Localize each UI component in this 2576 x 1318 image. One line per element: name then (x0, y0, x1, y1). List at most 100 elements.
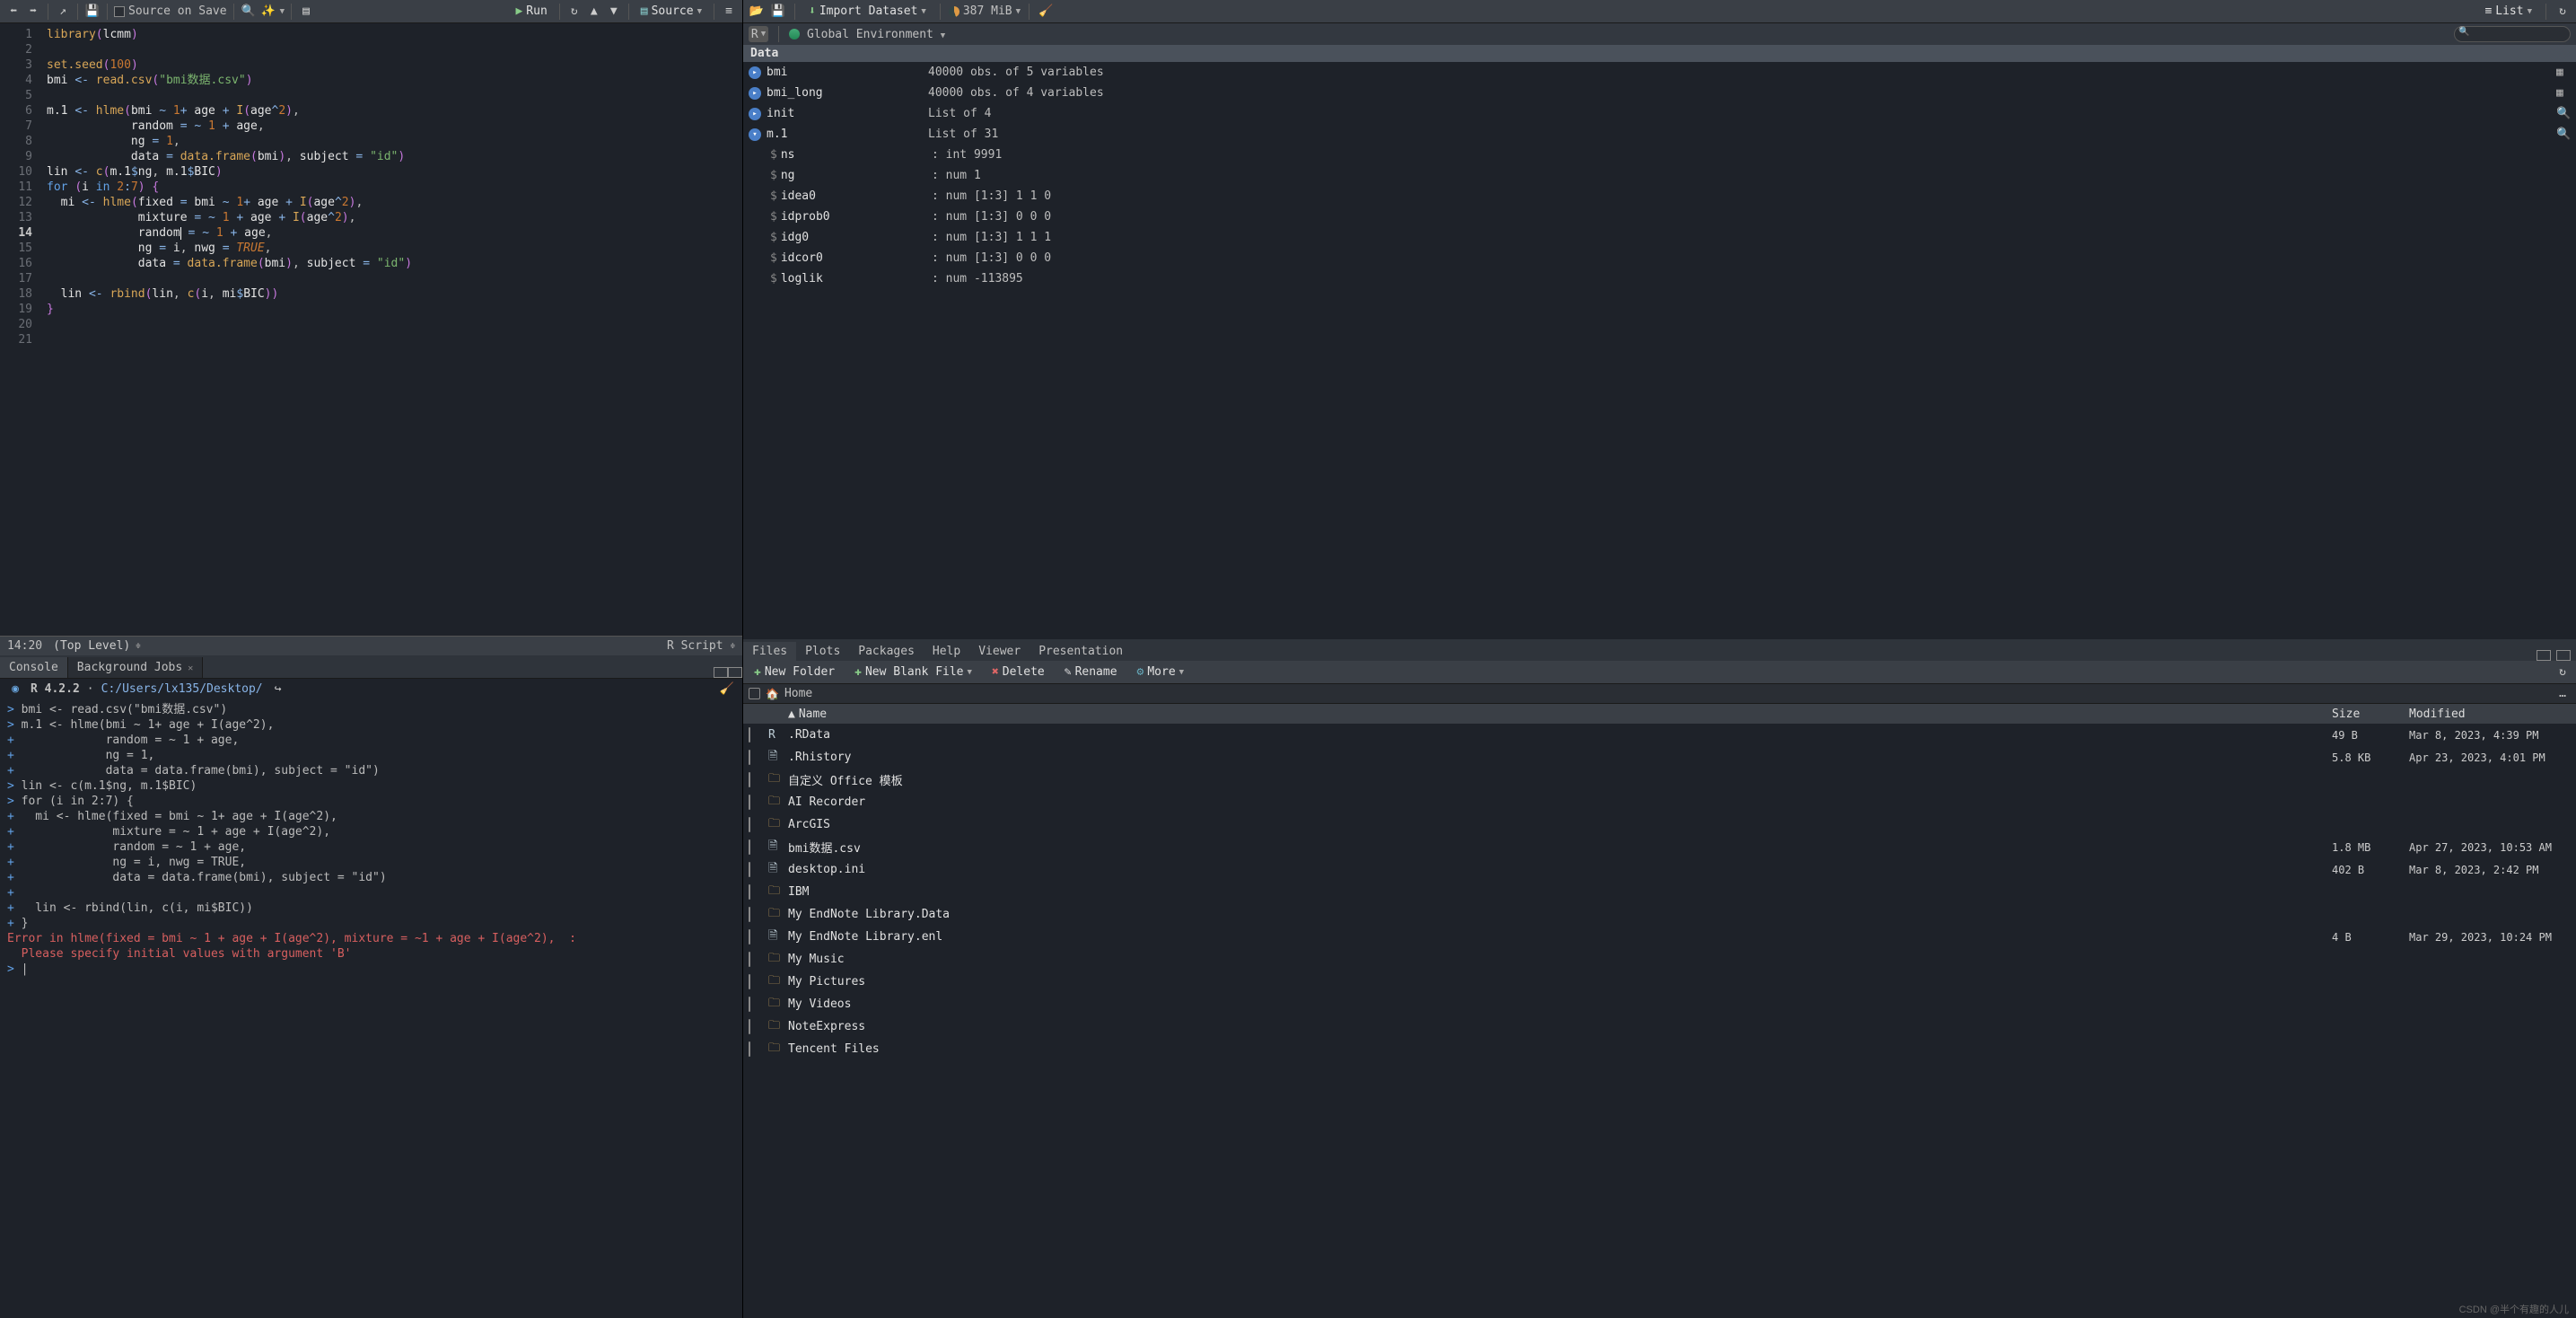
search-icon[interactable]: 🔍 (241, 4, 257, 20)
file-name[interactable]: ArcGIS (788, 818, 2332, 831)
home-icon[interactable]: 🏠 (766, 688, 779, 700)
file-name[interactable]: My Pictures (788, 975, 2332, 988)
scope-selector[interactable]: (Top Level)≑ (53, 639, 141, 653)
file-name[interactable]: My Videos (788, 997, 2332, 1011)
console-output[interactable]: > bmi <- read.csv("bmi数据.csv")> m.1 <- h… (0, 699, 742, 1318)
file-checkbox[interactable] (749, 952, 750, 967)
tab-background-jobs[interactable]: Background Jobs✕ (68, 657, 203, 678)
wand-icon[interactable]: ✨ (260, 4, 276, 20)
file-row[interactable]: 🗀 ArcGIS (743, 813, 2576, 836)
tab-help[interactable]: Help (924, 642, 969, 661)
file-name[interactable]: Tencent Files (788, 1042, 2332, 1056)
goto-dir-icon[interactable]: ↪ (270, 681, 286, 697)
source-on-save-checkbox[interactable] (114, 6, 125, 17)
broom-icon[interactable]: 🧹 (1038, 4, 1054, 20)
more-button[interactable]: ⚙More▼ (1132, 663, 1190, 681)
expand-icon[interactable]: ▸ (749, 108, 761, 120)
file-row[interactable]: 🗀 My Videos (743, 993, 2576, 1015)
file-row[interactable]: R .RData 49 B Mar 8, 2023, 4:39 PM (743, 724, 2576, 746)
go-down-icon[interactable]: ▼ (606, 4, 622, 20)
maximize-icon[interactable] (2556, 650, 2571, 661)
file-checkbox[interactable] (749, 817, 750, 832)
delete-button[interactable]: ✖Delete (986, 663, 1050, 681)
file-checkbox[interactable] (749, 795, 750, 810)
clear-console-icon[interactable]: 🧹 (719, 681, 735, 697)
memory-usage[interactable]: 387 MiB▼ (949, 4, 1021, 18)
file-name[interactable]: 自定义 Office 模板 (788, 771, 2332, 788)
breadcrumb-home[interactable]: Home (784, 687, 812, 700)
more-path-icon[interactable]: … (2554, 686, 2571, 702)
file-name[interactable]: My Music (788, 953, 2332, 966)
file-row[interactable]: 🗀 AI Recorder (743, 791, 2576, 813)
file-row[interactable]: 🗀 My EndNote Library.Data (743, 903, 2576, 926)
file-checkbox[interactable] (749, 727, 750, 742)
env-row[interactable]: ▸ init List of 4 🔍 (743, 103, 2576, 124)
forward-icon[interactable]: ➡ (25, 4, 41, 20)
file-name[interactable]: My EndNote Library.enl (788, 930, 2332, 944)
maximize-icon[interactable] (728, 667, 742, 678)
file-checkbox[interactable] (749, 750, 750, 765)
table-icon[interactable]: ▦ (2556, 66, 2571, 80)
close-icon[interactable]: ✕ (188, 663, 193, 673)
file-row[interactable]: 🗎 desktop.ini 402 B Mar 8, 2023, 2:42 PM (743, 858, 2576, 881)
file-checkbox[interactable] (749, 862, 750, 877)
file-row[interactable]: 🗎 .Rhistory 5.8 KB Apr 23, 2023, 4:01 PM (743, 746, 2576, 769)
file-checkbox[interactable] (749, 907, 750, 922)
zoom-icon[interactable]: 🔍 (2556, 127, 2571, 142)
tab-presentation[interactable]: Presentation (1030, 642, 1132, 661)
select-all-checkbox[interactable] (749, 688, 760, 699)
report-icon[interactable]: ▤ (298, 4, 314, 20)
file-checkbox[interactable] (749, 884, 750, 900)
file-name[interactable]: NoteExpress (788, 1020, 2332, 1033)
rename-button[interactable]: ✎Rename (1059, 663, 1123, 681)
minimize-icon[interactable] (2537, 650, 2551, 661)
file-checkbox[interactable] (749, 929, 750, 945)
language-scope[interactable]: R▼ (749, 26, 768, 42)
tab-console[interactable]: Console (0, 657, 68, 678)
new-blank-file-button[interactable]: ✚New Blank File▼ (849, 663, 977, 681)
file-name[interactable]: IBM (788, 885, 2332, 899)
outline-icon[interactable]: ≡ (721, 4, 737, 20)
env-scope-selector[interactable]: Global Environment ▼ (807, 28, 945, 41)
save-icon[interactable]: 💾 (84, 4, 101, 20)
rerun-icon[interactable]: ↻ (566, 4, 583, 20)
tab-viewer[interactable]: Viewer (969, 642, 1030, 661)
working-directory[interactable]: C:/Users/lx135/Desktop/ (101, 682, 263, 696)
file-row[interactable]: 🗀 NoteExpress (743, 1015, 2576, 1038)
file-name[interactable]: bmi数据.csv (788, 839, 2332, 856)
run-button[interactable]: ▶Run (510, 3, 552, 20)
modified-column-header[interactable]: Modified (2409, 707, 2571, 721)
minimize-icon[interactable] (714, 667, 728, 678)
view-mode-selector[interactable]: ≡ List▼ (2479, 3, 2537, 20)
size-column-header[interactable]: Size (2332, 707, 2409, 721)
code-area[interactable]: library(lcmm) set.seed(100) bmi <- read.… (39, 23, 742, 636)
zoom-icon[interactable]: 🔍 (2556, 107, 2571, 121)
language-indicator[interactable]: R Script (667, 639, 723, 653)
expand-icon[interactable]: ▸ (749, 66, 761, 79)
go-up-icon[interactable]: ▲ (586, 4, 602, 20)
import-dataset-button[interactable]: ⬇Import Dataset▼ (803, 3, 932, 20)
refresh-files-icon[interactable]: ↻ (2554, 664, 2571, 681)
file-name[interactable]: .Rhistory (788, 751, 2332, 764)
file-name[interactable]: My EndNote Library.Data (788, 908, 2332, 921)
save-env-icon[interactable]: 💾 (770, 4, 786, 20)
tab-files[interactable]: Files (743, 642, 796, 661)
env-row[interactable]: ▸ bmi 40000 obs. of 5 variables ▦ (743, 62, 2576, 83)
new-folder-button[interactable]: ✚New Folder (749, 663, 840, 681)
file-row[interactable]: 🗎 bmi数据.csv 1.8 MB Apr 27, 2023, 10:53 A… (743, 836, 2576, 858)
file-name[interactable]: desktop.ini (788, 863, 2332, 876)
file-row[interactable]: 🗎 My EndNote Library.enl 4 B Mar 29, 202… (743, 926, 2576, 948)
table-icon[interactable]: ▦ (2556, 86, 2571, 101)
env-row[interactable]: ▸ bmi_long 40000 obs. of 4 variables ▦ (743, 83, 2576, 103)
expand-icon[interactable]: ▸ (749, 87, 761, 100)
file-checkbox[interactable] (749, 839, 750, 855)
file-row[interactable]: 🗀 IBM (743, 881, 2576, 903)
file-row[interactable]: 🗀 My Music (743, 948, 2576, 971)
back-icon[interactable]: ⬅ (5, 4, 22, 20)
file-checkbox[interactable] (749, 997, 750, 1012)
env-row[interactable]: ▾ m.1 List of 31 🔍 (743, 124, 2576, 145)
file-row[interactable]: 🗀 自定义 Office 模板 (743, 769, 2576, 791)
file-row[interactable]: 🗀 My Pictures (743, 971, 2576, 993)
source-editor[interactable]: 123 456 789 101112 131415 161718 192021 … (0, 23, 742, 636)
source-button[interactable]: ▤Source▼ (635, 3, 707, 20)
